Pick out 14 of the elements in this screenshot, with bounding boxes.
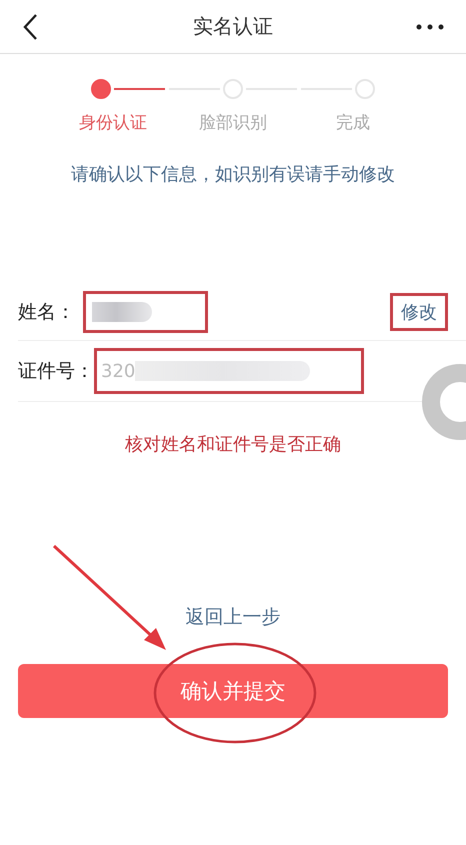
back-icon[interactable] bbox=[22, 12, 38, 40]
page-title: 实名认证 bbox=[193, 13, 273, 40]
step-label: 脸部识别 bbox=[198, 112, 268, 134]
field-label: 证件号： bbox=[18, 359, 94, 384]
field-label: 姓名： bbox=[18, 300, 75, 325]
back-link[interactable]: 返回上一步 bbox=[186, 604, 280, 630]
submit-button[interactable]: 确认并提交 bbox=[18, 664, 448, 718]
field-value: 320 bbox=[101, 360, 136, 382]
more-icon[interactable] bbox=[416, 24, 444, 30]
step-label: 身份认证 bbox=[78, 112, 148, 134]
edit-link[interactable]: 修改 bbox=[401, 300, 437, 324]
instruction-text: 请确认以下信息，如识别有误请手动修改 bbox=[70, 163, 396, 186]
annotation-text: 核对姓名和证件号是否正确 bbox=[124, 433, 342, 456]
step-label: 完成 bbox=[335, 112, 371, 134]
